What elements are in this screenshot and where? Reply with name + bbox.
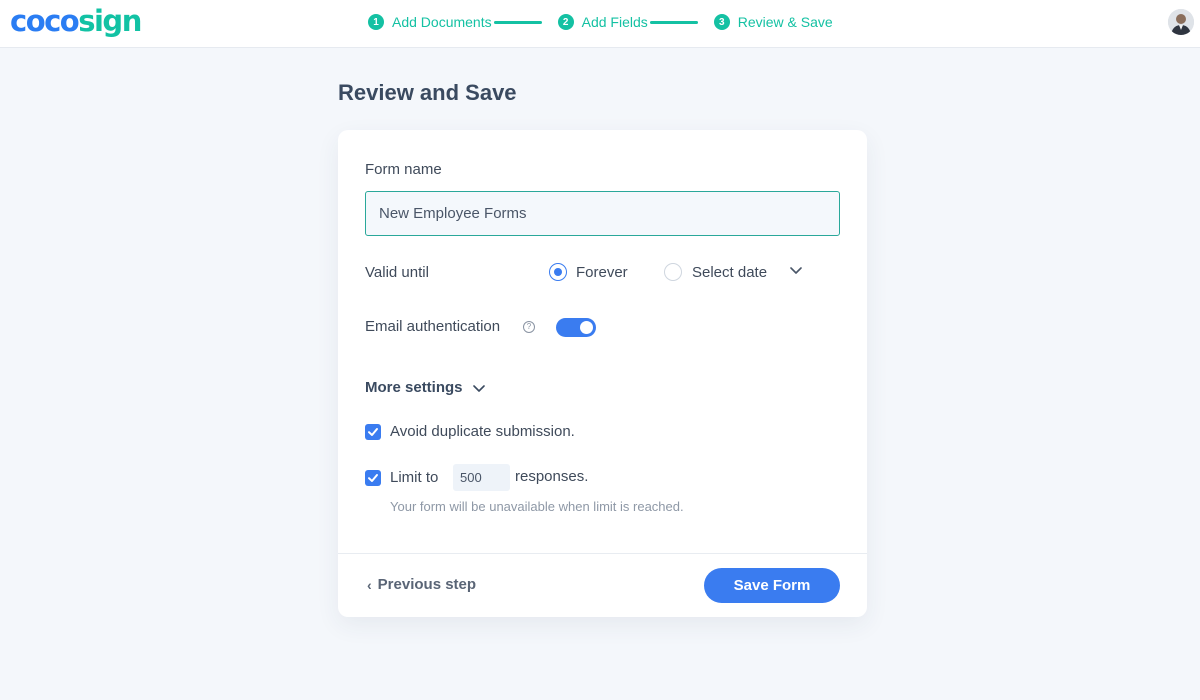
checkmark-icon	[368, 428, 378, 436]
radio-select-date-label[interactable]: Select date	[692, 264, 767, 281]
limit-suffix-label: responses.	[515, 468, 589, 485]
checkmark-icon	[368, 474, 378, 482]
previous-step-link[interactable]: ‹ Previous step	[367, 576, 476, 593]
avoid-duplicate-label[interactable]: Avoid duplicate submission.	[390, 423, 575, 440]
limit-prefix-label: Limit to	[390, 469, 439, 486]
step-connector	[649, 20, 698, 24]
card-divider	[338, 553, 867, 554]
email-auth-label: Email authentication	[365, 318, 501, 335]
user-avatar[interactable]	[1168, 9, 1194, 35]
step-number: 3	[713, 14, 730, 30]
cocosign-logo[interactable]: cocosign	[10, 3, 142, 39]
radio-forever[interactable]	[549, 263, 567, 281]
progress-steps: 1 Add Documents 2 Add Fields 3 Review & …	[368, 12, 833, 32]
avoid-duplicate-checkbox[interactable]	[365, 424, 381, 440]
form-name-label: Form name	[365, 161, 442, 178]
radio-select-date[interactable]	[664, 263, 682, 281]
step-number: 1	[368, 14, 384, 30]
toggle-knob	[580, 321, 593, 334]
user-avatar-icon	[1168, 9, 1194, 35]
more-settings-label: More settings	[365, 379, 463, 396]
page-title: Review and Save	[338, 80, 517, 105]
step-add-fields[interactable]: 2 Add Fields	[557, 14, 648, 30]
review-card: Form name New Employee Forms Valid until…	[338, 130, 867, 617]
step-label: Review & Save	[737, 14, 833, 30]
save-form-button[interactable]: Save Form	[704, 568, 840, 603]
limit-input[interactable]: 500	[453, 464, 510, 491]
step-add-documents[interactable]: 1 Add Documents	[368, 14, 492, 30]
chevron-down-icon[interactable]	[473, 385, 485, 393]
form-name-input[interactable]: New Employee Forms	[365, 191, 840, 236]
logo-part-coco: coco	[10, 4, 80, 38]
valid-until-label: Valid until	[365, 264, 429, 281]
step-label: Add Documents	[392, 14, 492, 30]
limit-responses-checkbox[interactable]	[365, 470, 381, 486]
radio-forever-label[interactable]: Forever	[576, 264, 628, 281]
chevron-down-icon[interactable]	[790, 267, 802, 275]
more-settings-toggle[interactable]: More settings	[365, 379, 463, 396]
step-label: Add Fields	[581, 14, 648, 30]
top-bar: cocosign 1 Add Documents 2 Add Fields 3 …	[0, 0, 1200, 48]
chevron-left-icon: ‹	[367, 576, 372, 593]
limit-hint: Your form will be unavailable when limit…	[390, 499, 684, 514]
previous-step-label: Previous step	[377, 576, 477, 593]
step-review-save[interactable]: 3 Review & Save	[713, 14, 833, 30]
logo-part-sign: sign	[78, 4, 142, 38]
step-number: 2	[557, 14, 574, 30]
email-auth-toggle[interactable]	[556, 318, 596, 337]
help-icon[interactable]: ?	[523, 321, 535, 333]
step-connector	[493, 20, 542, 24]
